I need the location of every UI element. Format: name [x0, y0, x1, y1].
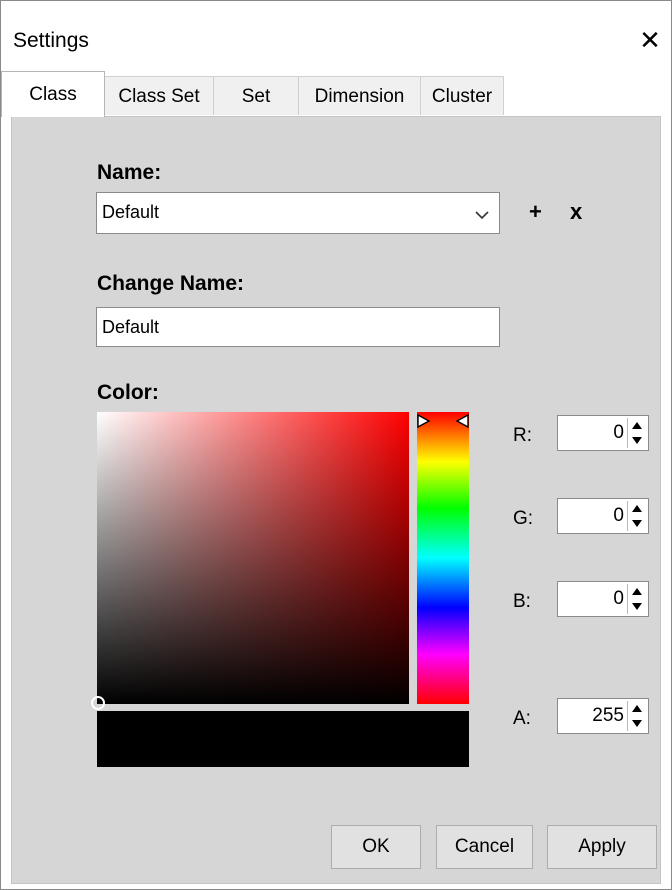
- spin-down-icon[interactable]: [628, 516, 646, 531]
- a-label: A:: [513, 708, 531, 729]
- g-label: G:: [513, 508, 534, 529]
- change-name-input[interactable]: Default: [96, 307, 500, 347]
- title-bar: Settings ✕: [1, 1, 671, 67]
- g-value: 0: [613, 505, 624, 526]
- change-name-label: Change Name:: [97, 272, 245, 295]
- spin-down-icon[interactable]: [628, 433, 646, 448]
- tab-cluster[interactable]: Cluster: [420, 76, 504, 115]
- tab-class-set[interactable]: Class Set: [104, 76, 214, 115]
- r-value: 0: [613, 422, 624, 443]
- b-spinbox[interactable]: 0: [557, 581, 649, 617]
- plus-icon[interactable]: +: [529, 199, 542, 225]
- a-value: 255: [592, 705, 624, 726]
- hue-marker-right-icon[interactable]: [455, 413, 469, 433]
- ok-button[interactable]: OK: [331, 825, 421, 869]
- name-label: Name:: [97, 161, 162, 184]
- spin-up-icon[interactable]: [628, 501, 646, 516]
- tab-dimension[interactable]: Dimension: [298, 76, 421, 115]
- cancel-button[interactable]: Cancel: [436, 825, 533, 869]
- hue-marker-left-icon[interactable]: [417, 413, 431, 433]
- b-value: 0: [613, 588, 624, 609]
- b-label: B:: [513, 591, 531, 612]
- spin-up-icon[interactable]: [628, 584, 646, 599]
- spin-up-icon[interactable]: [628, 418, 646, 433]
- color-picker-handle[interactable]: [91, 696, 105, 710]
- color-label: Color:: [97, 381, 159, 404]
- spin-up-icon[interactable]: [628, 701, 646, 716]
- settings-dialog: Settings ✕ Class Class Set Set Dimension…: [0, 0, 672, 890]
- spin-down-icon[interactable]: [628, 599, 646, 614]
- tab-strip: Class Class Set Set Dimension Cluster: [1, 71, 671, 117]
- apply-button[interactable]: Apply: [547, 825, 657, 869]
- a-spinbox[interactable]: 255: [557, 698, 649, 734]
- saturation-value-picker[interactable]: [91, 412, 409, 710]
- remove-icon[interactable]: x: [570, 199, 582, 225]
- window-title: Settings: [13, 29, 89, 52]
- hue-slider[interactable]: [417, 412, 469, 704]
- close-icon[interactable]: ✕: [633, 23, 667, 57]
- r-spinbox[interactable]: 0: [557, 415, 649, 451]
- r-label: R:: [513, 425, 532, 446]
- name-combobox[interactable]: Default: [96, 192, 500, 234]
- tab-set[interactable]: Set: [213, 76, 299, 115]
- spin-down-icon[interactable]: [628, 716, 646, 731]
- g-spinbox[interactable]: 0: [557, 498, 649, 534]
- tab-class[interactable]: Class: [1, 71, 105, 117]
- color-preview: [97, 711, 469, 767]
- name-combobox-value: Default: [102, 202, 160, 222]
- chevron-down-icon[interactable]: [473, 199, 491, 220]
